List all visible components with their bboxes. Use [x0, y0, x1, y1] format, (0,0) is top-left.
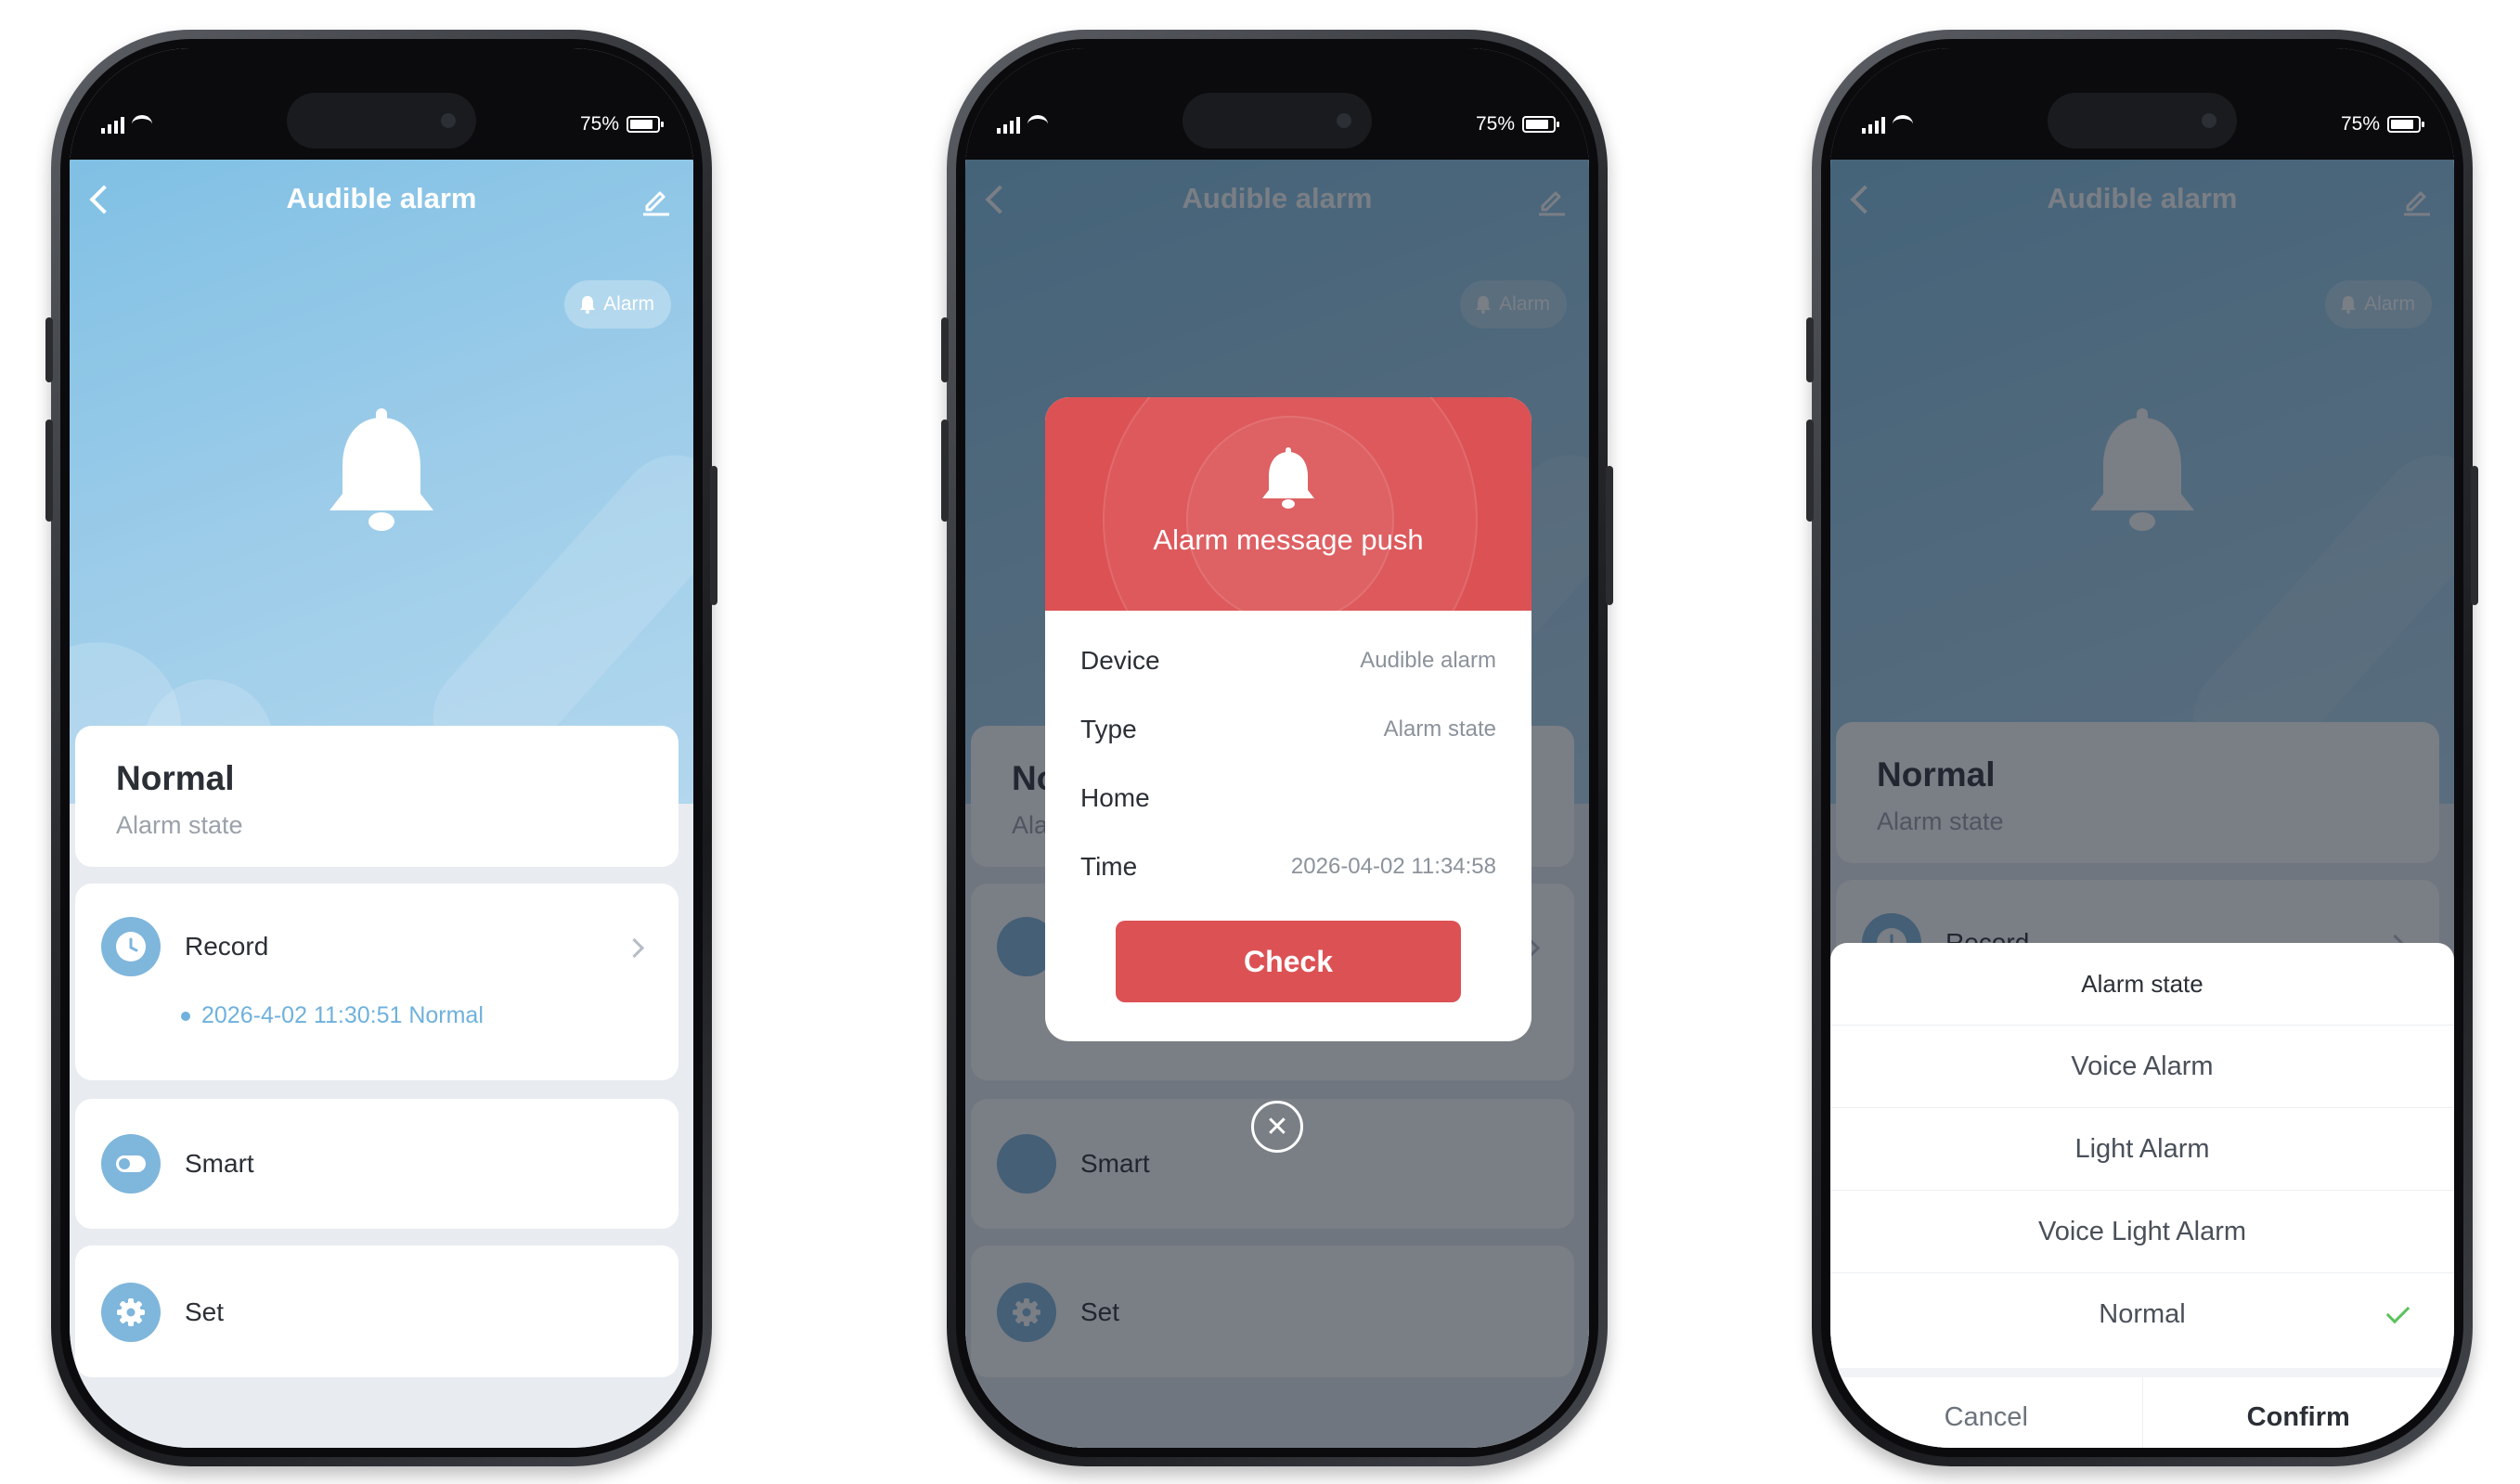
wifi-icon: [1027, 115, 1048, 134]
signal-icon: [101, 117, 124, 134]
sheet-footer: Cancel Confirm: [1830, 1368, 2454, 1448]
signal-icon: [997, 117, 1020, 134]
option-label: Voice Light Alarm: [2037, 1216, 2247, 1246]
cancel-button[interactable]: Cancel: [1830, 1377, 2143, 1448]
status-bar: 75%: [1830, 48, 2454, 160]
phone-volume-button: [941, 419, 949, 522]
screen: 75% Audible alarm: [1830, 48, 2454, 1448]
status-bar: 75%: [965, 48, 1589, 160]
option-voice-light-alarm[interactable]: Voice Light Alarm: [1830, 1191, 2454, 1273]
battery-icon: [1522, 116, 1559, 133]
phone-power-button: [1606, 466, 1613, 605]
screen: 75% Audible alarm: [965, 48, 1589, 1448]
info-value: Audible alarm: [1360, 648, 1496, 673]
alarm-state-label: Alarm state: [116, 811, 243, 839]
option-label: Voice Alarm: [2071, 1051, 2214, 1081]
record-dot-icon: [181, 1011, 190, 1021]
checkmark-icon: [2385, 1299, 2410, 1324]
option-light-alarm[interactable]: Light Alarm: [1830, 1108, 2454, 1191]
battery-icon: [627, 116, 664, 133]
bell-icon: [330, 408, 433, 531]
alarm-state-value: Normal: [116, 759, 235, 797]
screen: 75% Audible alarm: [70, 48, 693, 1448]
info-key: Home: [1080, 783, 1150, 812]
phone-power-button: [710, 466, 717, 605]
phone-mute-button: [1806, 317, 1814, 382]
option-label: Normal: [2099, 1298, 2186, 1329]
phone-main-screen: 75% Audible alarm Alarm Normal Alarm sta…: [45, 30, 717, 1466]
battery-percent: 75%: [579, 113, 619, 135]
app-content: Audible alarm Alarm: [70, 160, 693, 1448]
dynamic-island: [2048, 93, 2237, 148]
page: 75% Audible alarm Alarm Normal Alarm sta…: [0, 0, 2520, 1484]
bell-icon: [580, 296, 596, 314]
phone-mute-button: [45, 317, 53, 382]
info-value: Alarm state: [1383, 716, 1496, 742]
dynamic-island: [287, 93, 476, 148]
set-card[interactable]: Set: [75, 1245, 678, 1377]
set-label: Set: [185, 1297, 225, 1326]
smart-card[interactable]: Smart: [75, 1099, 678, 1229]
phone-power-button: [2471, 466, 2478, 605]
bell-icon: [1262, 447, 1314, 509]
page-title: Audible alarm: [286, 182, 477, 214]
option-label: Light Alarm: [2074, 1133, 2210, 1164]
phone-mute-button: [941, 317, 949, 382]
chevron-right-icon: [624, 937, 645, 959]
status-bar: 75%: [70, 48, 693, 160]
battery-percent: 75%: [2340, 113, 2380, 135]
phone-alarm-state-sheet: 75% Audible alarm: [1806, 30, 2478, 1466]
info-row-home: Home: [1080, 780, 1496, 817]
record-entry[interactable]: 2026-4-02 11:30:51 Normal: [181, 1002, 484, 1029]
record-entry-text: 2026-4-02 11:30:51 Normal: [201, 1002, 484, 1028]
info-value: 2026-04-02 11:34:58: [1290, 854, 1496, 879]
signal-icon: [1862, 117, 1885, 134]
record-label: Record: [185, 932, 269, 961]
option-voice-alarm[interactable]: Voice Alarm: [1830, 1026, 2454, 1108]
sheet-title: Alarm state: [1830, 943, 2454, 1026]
hero-banner: Audible alarm Alarm: [70, 160, 693, 804]
option-normal[interactable]: Normal: [1830, 1273, 2454, 1355]
close-glyph: ✕: [1265, 1111, 1289, 1142]
wifi-icon: [132, 115, 152, 134]
alarm-state-sheet: Alarm state Voice Alarm Light Alarm Voic…: [1830, 943, 2454, 1448]
confirm-button[interactable]: Confirm: [2143, 1377, 2455, 1448]
info-key: Device: [1080, 646, 1160, 675]
alarm-button[interactable]: Alarm: [564, 280, 671, 329]
info-row-time: Time 2026-04-02 11:34:58: [1080, 848, 1496, 885]
dynamic-island: [1182, 93, 1372, 148]
close-icon[interactable]: ✕: [1251, 1101, 1303, 1153]
phone-alarm-popup: 75% Audible alarm: [941, 30, 1613, 1466]
phone-volume-button: [1806, 419, 1814, 522]
gear-icon: [101, 1283, 161, 1342]
info-row-type: Type Alarm state: [1080, 711, 1496, 748]
toggle-icon: [101, 1134, 161, 1194]
alarm-button-label: Alarm: [603, 293, 654, 315]
smart-label: Smart: [185, 1149, 254, 1178]
info-row-device: Device Audible alarm: [1080, 642, 1496, 679]
clock-icon: [101, 917, 161, 976]
alarm-message-dialog: Alarm message push Device Audible alarm …: [1045, 397, 1531, 1041]
nav-bar: Audible alarm: [70, 160, 693, 238]
edit-icon[interactable]: [640, 186, 671, 217]
dialog-header: Alarm message push: [1045, 397, 1531, 611]
battery-icon: [2387, 116, 2424, 133]
dialog-title: Alarm message push: [1153, 523, 1424, 556]
info-key: Time: [1080, 852, 1138, 881]
wifi-icon: [1893, 115, 1913, 134]
battery-percent: 75%: [1475, 113, 1515, 135]
phone-volume-button: [45, 419, 53, 522]
check-button[interactable]: Check: [1116, 921, 1461, 1002]
info-key: Type: [1080, 715, 1137, 743]
record-card[interactable]: Record 2026-4-02 11:30:51 Normal: [75, 884, 678, 1080]
alarm-state-card: Normal Alarm state: [75, 726, 678, 867]
